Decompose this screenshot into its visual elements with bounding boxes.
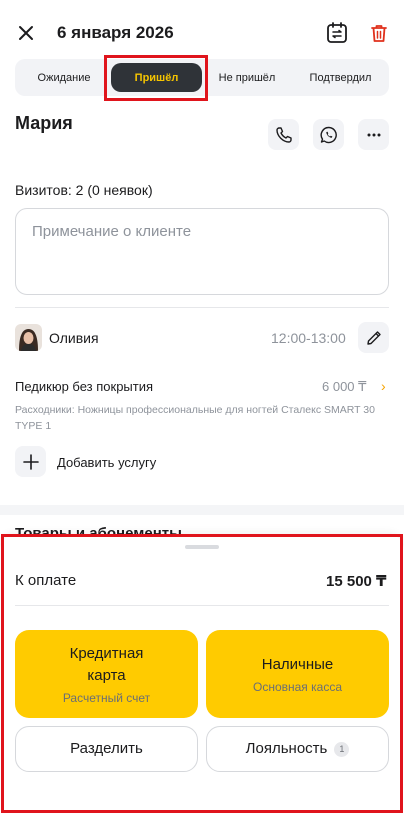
status-tab-no-show[interactable]: Не пришёл	[202, 59, 292, 96]
visits-count: Визитов: 2 (0 неявок)	[15, 182, 153, 198]
staff-name: Оливия	[49, 330, 99, 346]
client-note-field[interactable]: Примечание о клиенте	[15, 208, 389, 295]
whatsapp-icon	[320, 126, 337, 143]
more-dots-icon	[367, 133, 380, 136]
section-separator	[0, 505, 404, 515]
appointment-time: 12:00-13:00	[271, 330, 346, 346]
service-name[interactable]: Педикюр без покрытия	[15, 379, 153, 394]
service-consumables-note: Расходники: Ножницы профессиональные для…	[15, 404, 375, 432]
add-service-label[interactable]: Добавить услугу	[57, 455, 156, 470]
status-tab-waiting[interactable]: Ожидание	[15, 59, 113, 96]
client-name: Мария	[15, 113, 73, 133]
call-button[interactable]	[268, 119, 299, 150]
more-button[interactable]	[358, 119, 389, 150]
payment-sheet-highlight	[1, 534, 403, 813]
add-service-button[interactable]	[15, 446, 46, 477]
status-tab-confirmed[interactable]: Подтвердил	[292, 59, 389, 96]
phone-icon	[275, 126, 292, 143]
chevron-right-icon[interactable]: ›	[381, 378, 386, 394]
trash-icon	[371, 25, 387, 42]
service-price: 6 000 ₸	[322, 379, 367, 394]
edit-appointment-button[interactable]	[358, 322, 389, 353]
avatar	[15, 324, 42, 351]
active-status-highlight	[104, 55, 208, 101]
reschedule-button[interactable]	[324, 20, 350, 46]
header: 6 января 2026	[0, 0, 404, 60]
whatsapp-button[interactable]	[313, 119, 344, 150]
calendar-swap-icon	[327, 22, 347, 43]
delete-button[interactable]	[366, 20, 392, 46]
divider	[15, 307, 389, 308]
plus-icon	[22, 453, 39, 470]
close-icon	[19, 26, 33, 40]
pencil-icon	[366, 330, 381, 345]
close-button[interactable]	[14, 21, 38, 45]
page-title: 6 января 2026	[57, 23, 174, 42]
